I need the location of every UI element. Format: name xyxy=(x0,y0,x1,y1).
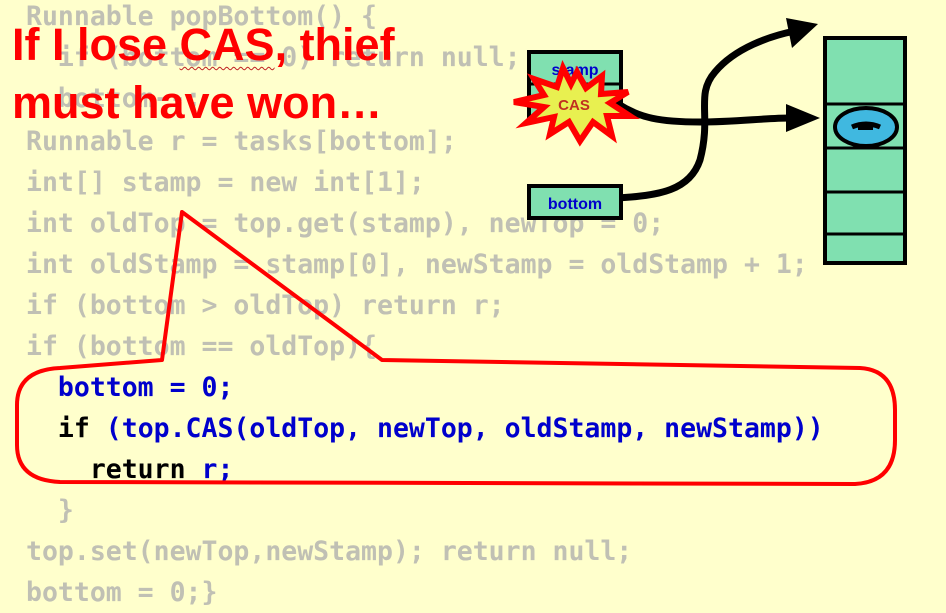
deque-array xyxy=(823,36,907,265)
task-icon xyxy=(833,106,899,148)
bottom-label: bottom xyxy=(548,196,602,213)
callout-balloon xyxy=(15,210,897,486)
title-line1-start: If I lose xyxy=(12,19,180,70)
cas-label: CAS xyxy=(558,97,590,114)
title-line1-end: , thief xyxy=(274,19,395,70)
title-line2: must have won… xyxy=(12,77,383,128)
slide-title: If I lose CAS, thief must have won… xyxy=(12,16,395,132)
title-cas-word: CAS xyxy=(179,19,275,70)
bottom-arrowhead xyxy=(786,18,818,48)
top-arrowhead xyxy=(786,104,820,132)
